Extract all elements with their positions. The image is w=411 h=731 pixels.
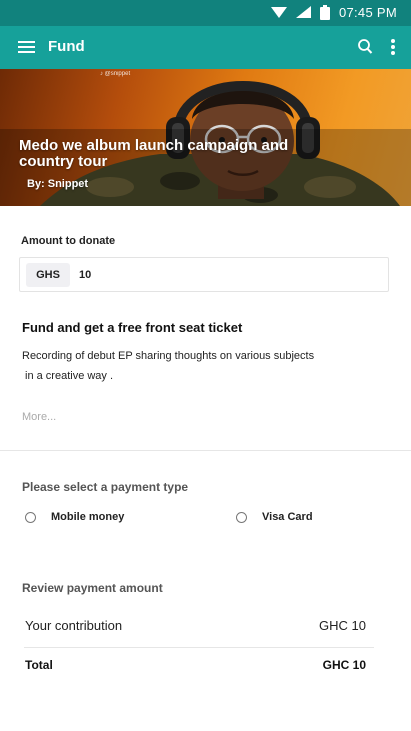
section-divider bbox=[0, 450, 411, 451]
status-icons: 07:45 PM bbox=[270, 5, 397, 20]
app-title: Fund bbox=[48, 38, 85, 55]
hero-watermark: ♪ @snippet bbox=[100, 71, 130, 77]
perk-description-line: Recording of debut EP sharing thoughts o… bbox=[22, 350, 315, 362]
more-link[interactable]: More... bbox=[22, 411, 56, 423]
app-bar: Fund bbox=[0, 26, 411, 69]
review-heading: Review payment amount bbox=[22, 581, 163, 595]
hero-watermark-text: @snippet bbox=[104, 71, 131, 77]
campaign-author: By: Snippet bbox=[24, 178, 88, 190]
radio-button[interactable] bbox=[25, 511, 36, 523]
total-label: Total bbox=[25, 658, 53, 672]
perk-description: Recording of debut EP sharing thoughts o… bbox=[22, 346, 362, 386]
contribution-label: Your contribution bbox=[25, 618, 123, 633]
hamburger-menu-icon[interactable] bbox=[17, 39, 37, 55]
total-row: Total GHC 10 bbox=[25, 658, 366, 678]
search-icon[interactable] bbox=[357, 38, 373, 56]
author-name: Snippet bbox=[47, 178, 89, 190]
more-vert-icon[interactable] bbox=[390, 38, 396, 56]
perk-description-line: in a creative way . bbox=[25, 370, 114, 382]
radio-button[interactable] bbox=[236, 511, 247, 523]
wifi-icon bbox=[270, 7, 287, 18]
author-prefix: By: bbox=[27, 178, 45, 190]
status-bar: 07:45 PM bbox=[0, 0, 411, 26]
row-divider bbox=[24, 647, 374, 648]
campaign-title: Medo we album launch campaign and countr… bbox=[19, 137, 289, 170]
amount-input[interactable] bbox=[79, 263, 379, 287]
currency-chip: GHS bbox=[26, 263, 70, 287]
battery-icon bbox=[319, 5, 330, 20]
music-note-icon: ♪ bbox=[100, 71, 103, 77]
amount-label: Amount to donate bbox=[21, 235, 116, 247]
amount-field[interactable]: GHS bbox=[19, 257, 389, 292]
payment-option-visa-card[interactable]: Visa Card bbox=[236, 508, 313, 526]
payment-option-label: Mobile money bbox=[51, 511, 125, 523]
campaign-banner: ♪ @snippet Medo we album launch campaign… bbox=[0, 69, 411, 206]
total-value: GHC 10 bbox=[322, 658, 366, 672]
payment-type-heading: Please select a payment type bbox=[22, 480, 189, 494]
status-time: 07:45 PM bbox=[338, 5, 397, 20]
payment-option-mobile-money[interactable]: Mobile money bbox=[25, 508, 124, 526]
contribution-row: Your contribution GHC 10 bbox=[25, 618, 366, 638]
perk-title: Fund and get a free front seat ticket bbox=[22, 320, 243, 335]
signal-icon bbox=[295, 6, 311, 18]
payment-option-label: Visa Card bbox=[262, 511, 313, 523]
contribution-value: GHC 10 bbox=[319, 618, 366, 633]
